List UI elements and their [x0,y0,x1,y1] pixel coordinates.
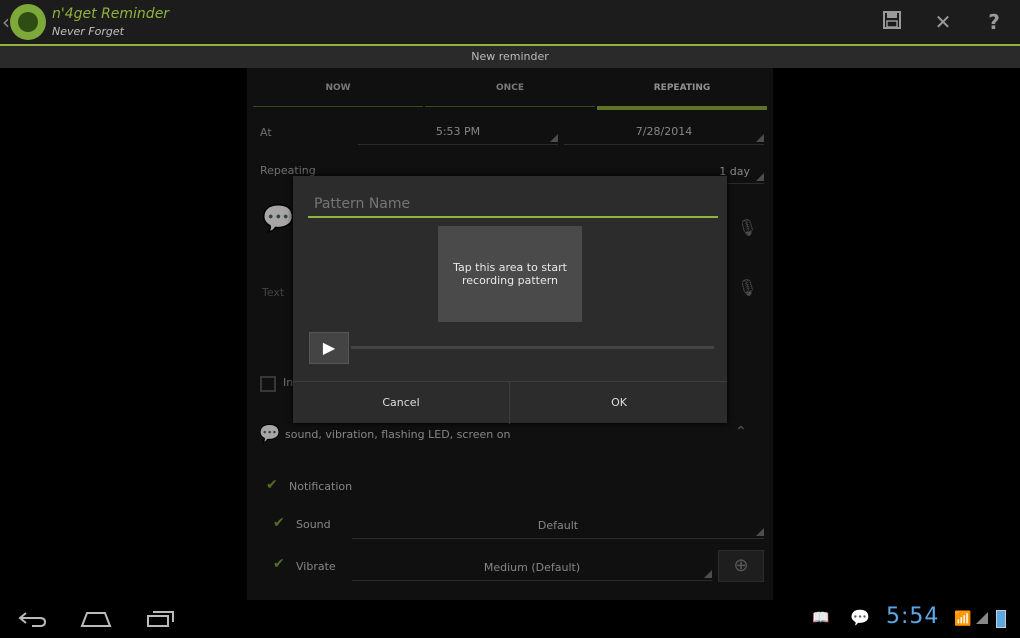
signal-icon [976,612,988,624]
app-title: n'4get Reminder [52,6,170,22]
home-icon[interactable] [80,610,112,633]
recent-apps-icon[interactable] [146,610,176,633]
ok-button[interactable]: OK [511,382,727,424]
close-icon[interactable]: ✕ [931,10,955,34]
wifi-icon: 📶 [954,611,972,627]
pattern-name-input[interactable] [308,192,718,218]
play-button[interactable]: ▶ [309,332,349,364]
home-icon-graphic [80,612,112,627]
back-icon-graphic [18,612,47,627]
chevron-left-icon[interactable]: ‹ [2,10,10,34]
screen-title: New reminder [0,46,1020,68]
app-logo-inner [18,12,38,32]
book-icon: 📖 [812,610,830,626]
record-area-text: Tap this area to start recording pattern [453,261,567,287]
pattern-seekbar[interactable] [351,346,714,349]
save-icon-graphic [883,11,901,29]
back-icon[interactable] [18,610,48,633]
battery-icon [996,610,1006,628]
status-clock: 5:54 [886,604,940,629]
save-icon[interactable] [880,10,904,34]
recent-apps-icon-graphic [147,611,174,627]
dialog-buttons: Cancel OK [293,381,727,424]
reminder-notification-icon: 💬 [850,608,870,627]
record-pattern-area[interactable]: Tap this area to start recording pattern [438,226,582,322]
app-subtitle: Never Forget [52,25,124,38]
help-icon[interactable]: ? [982,10,1006,34]
cancel-button[interactable]: Cancel [293,382,510,424]
